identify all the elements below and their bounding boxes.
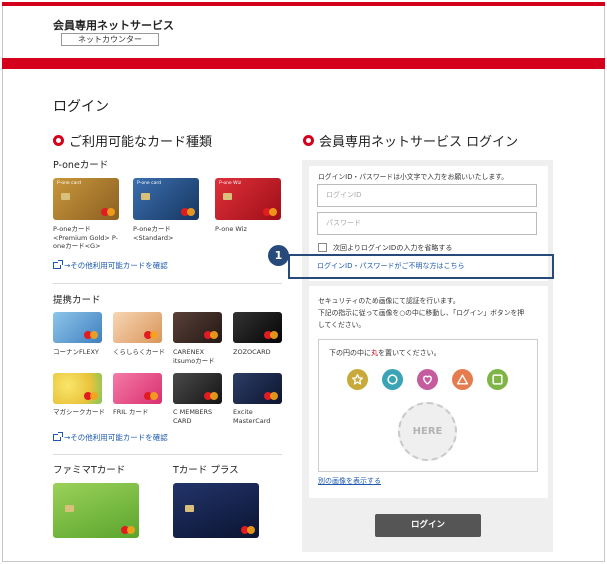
- login-id-field[interactable]: ログインID: [317, 184, 537, 207]
- mastercard-logo: [263, 208, 277, 216]
- pone-premium-gold-caption: P-oneカード <Premium Gold> P- oneカード<G>: [53, 225, 119, 250]
- c-members-card: [173, 373, 222, 404]
- fril-card: [113, 373, 162, 404]
- konan-flexy-card: [53, 312, 102, 343]
- pone-standard-card: P-one card: [133, 178, 199, 220]
- security-note-3: してください。: [318, 321, 366, 329]
- konan-flexy-caption: コーナンFLEXY: [53, 348, 99, 356]
- t-card-plus-title: Tカード プラス: [173, 465, 239, 476]
- square-icon[interactable]: [487, 369, 508, 390]
- available-cards-title: ご利用可能なカード種類: [69, 135, 213, 150]
- pone-more-cards-link[interactable]: →その他利用可能カードを確認: [53, 260, 168, 271]
- external-link-icon: [53, 260, 63, 269]
- step-badge: 1: [268, 245, 289, 266]
- magaseek-card: [53, 373, 102, 404]
- carenex-itsumo-card: [173, 312, 222, 343]
- pone-cards-title: P-oneカード: [53, 160, 109, 171]
- captcha-drop-zone[interactable]: HERE: [398, 402, 457, 461]
- login-section-heading: 会員専用ネットサービス ログイン: [303, 131, 518, 150]
- lowercase-note: ログインID・パスワードは小文字で入力をお願いいたします。: [318, 173, 509, 181]
- captcha-instruction: 下の円の中に丸を置いてください。: [329, 349, 441, 357]
- pone-standard-caption: P-oneカード <Standard>: [133, 225, 174, 242]
- available-cards-heading: ご利用可能なカード種類: [53, 131, 212, 150]
- zozocard: [233, 312, 282, 343]
- partner-more-cards-link[interactable]: →その他利用可能カードを確認: [53, 432, 168, 443]
- remember-id-label: 次回よりログインIDの入力を省略する: [333, 244, 453, 252]
- brand-title: 会員専用ネットサービス: [53, 19, 174, 32]
- highlight-box: [288, 254, 554, 279]
- fril-caption: FRIL カード: [113, 408, 149, 416]
- c-members-caption: C MEMBERS CARD: [173, 408, 213, 425]
- password-field[interactable]: パスワード: [317, 212, 537, 235]
- pone-wiz-caption: P-one Wiz: [215, 225, 247, 233]
- kurashiraku-caption: くらしらくカード: [113, 348, 165, 356]
- star-icon[interactable]: [347, 369, 368, 390]
- mastercard-logo: [101, 208, 115, 216]
- circle-icon[interactable]: [382, 369, 403, 390]
- kurashiraku-card: [113, 312, 162, 343]
- header-band: [2, 58, 605, 69]
- section-divider: [53, 454, 282, 455]
- triangle-icon[interactable]: [452, 369, 473, 390]
- mastercard-logo: [181, 208, 195, 216]
- partner-cards-title: 提携カード: [53, 295, 101, 306]
- section-divider: [53, 283, 282, 284]
- page-title: ログイン: [53, 99, 109, 115]
- heart-icon[interactable]: [417, 369, 438, 390]
- external-link-icon: [53, 432, 63, 441]
- net-counter-button[interactable]: ネットカウンター: [61, 33, 159, 46]
- t-card-plus: [173, 483, 259, 538]
- remember-id-checkbox[interactable]: [318, 243, 327, 252]
- security-note-1: セキュリティのため画像にて認証を行います。: [318, 297, 460, 305]
- login-section-title: 会員専用ネットサービス ログイン: [319, 135, 519, 150]
- famima-t-card: [53, 483, 139, 538]
- carenex-itsumo-caption: CARENEX itsumoカード: [173, 348, 215, 365]
- security-note-2: 下記の指示に従って画像を○の中に移動し、「ログイン」ボタンを押: [318, 309, 525, 317]
- pone-premium-gold-card: P-one card: [53, 178, 119, 220]
- excite-mastercard: [233, 373, 282, 404]
- magaseek-caption: マガシークカード: [53, 408, 105, 416]
- excite-caption: Excite MasterCard: [233, 408, 271, 425]
- circle-bullet-icon: [303, 135, 314, 146]
- show-another-image-link[interactable]: 別の画像を表示する: [318, 476, 381, 486]
- famima-t-card-title: ファミマTカード: [53, 465, 126, 476]
- login-button[interactable]: ログイン: [375, 514, 481, 537]
- pone-wiz-card: P-one Wiz: [215, 178, 281, 220]
- top-accent-bar: [2, 2, 605, 6]
- circle-bullet-icon: [53, 135, 64, 146]
- zozocard-caption: ZOZOCARD: [233, 348, 271, 356]
